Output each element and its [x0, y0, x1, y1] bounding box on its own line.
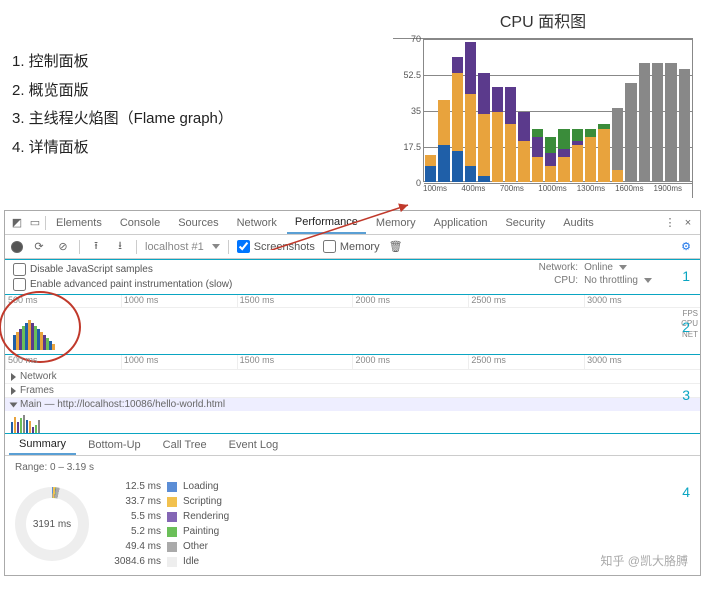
panel-marker-4: 4	[682, 484, 690, 500]
chart-bar	[492, 87, 503, 182]
expand-icon[interactable]	[11, 387, 16, 395]
note-2: 2. 概览面版	[12, 77, 393, 106]
devtools-panel: ◩ ▭ Elements Console Sources Network Per…	[4, 210, 701, 576]
det-tab-eventlog[interactable]: Event Log	[219, 436, 289, 454]
chart-bar	[425, 155, 436, 182]
flame-row-frames[interactable]: Frames	[5, 383, 700, 397]
cpu-area-chart: CPU 面积图 017.53552.570 100ms400ms700ms100…	[393, 8, 693, 198]
expand-icon[interactable]	[10, 402, 18, 407]
upload-icon[interactable]: ⭱	[88, 239, 104, 255]
tab-network[interactable]: Network	[229, 213, 285, 233]
tab-audits[interactable]: Audits	[555, 213, 602, 233]
chart-bar	[558, 129, 569, 182]
perf-toolbar: ⟳ ⊘ ⭱ ⭳ localhost #1 Screenshots Memory …	[5, 235, 700, 259]
det-tab-summary[interactable]: Summary	[9, 435, 76, 455]
panel-marker-1: 1	[682, 268, 690, 284]
reload-icon[interactable]: ⟳	[31, 239, 47, 255]
chart-bar	[652, 63, 663, 182]
chart-bar	[572, 129, 583, 182]
tab-security[interactable]: Security	[497, 213, 553, 233]
tab-sources[interactable]: Sources	[170, 213, 226, 233]
cpu-select[interactable]: No throttling	[584, 275, 638, 286]
tab-memory[interactable]: Memory	[368, 213, 424, 233]
inspect-icon[interactable]: ◩	[9, 215, 25, 231]
det-tab-bottomup[interactable]: Bottom-Up	[78, 436, 151, 454]
expand-icon[interactable]	[11, 373, 16, 381]
flame-row-main[interactable]: Main — http://localhost:10086/hello-worl…	[5, 397, 700, 411]
trash-icon[interactable]: 🗑	[388, 239, 404, 255]
devtools-tab-bar: ◩ ▭ Elements Console Sources Network Per…	[5, 211, 700, 235]
chart-bar	[478, 73, 489, 182]
clear-icon[interactable]: ⊘	[55, 239, 71, 255]
note-1: 1. 控制面板	[12, 48, 393, 77]
chart-bar	[679, 69, 690, 182]
disable-js-checkbox[interactable]	[13, 263, 26, 276]
tab-performance[interactable]: Performance	[287, 212, 366, 234]
range-label: Range: 0 – 3.19 s	[15, 462, 690, 473]
notes-list: 1. 控制面板 2. 概览面版 3. 主线程火焰图（Flame graph） 4…	[12, 8, 393, 198]
tab-elements[interactable]: Elements	[48, 213, 110, 233]
det-tab-calltree[interactable]: Call Tree	[153, 436, 217, 454]
memory-checkbox[interactable]: Memory	[323, 240, 380, 253]
overview-panel[interactable]: 500 ms1000 ms1500 ms2000 ms2500 ms3000 m…	[5, 295, 700, 355]
chart-bar	[585, 129, 596, 182]
chart-bar	[505, 87, 516, 182]
chart-title: CPU 面积图	[393, 8, 693, 32]
chevron-down-icon[interactable]	[644, 278, 652, 283]
tab-application[interactable]: Application	[426, 213, 496, 233]
chevron-down-icon[interactable]	[619, 265, 627, 270]
note-3: 3. 主线程火焰图（Flame graph）	[12, 105, 393, 134]
chart-bar	[639, 63, 650, 182]
recording-dropdown[interactable]: localhost #1	[145, 241, 204, 253]
chart-bar	[665, 63, 676, 182]
watermark: 知乎 @凯大胳膊	[600, 552, 688, 569]
more-icon[interactable]: ⋮	[662, 215, 678, 231]
chart-bar	[532, 129, 543, 182]
summary-legend: 12.5 msLoading33.7 msScripting5.5 msRend…	[109, 479, 229, 569]
network-select[interactable]: Online	[584, 262, 613, 273]
details-panel: Summary Bottom-Up Call Tree Event Log Ra…	[5, 434, 700, 575]
chart-bar	[465, 42, 476, 182]
chart-bar	[545, 137, 556, 182]
highlight-circle	[0, 291, 81, 363]
flame-row-network[interactable]: Network	[5, 369, 700, 383]
record-button[interactable]	[11, 241, 23, 253]
screenshots-checkbox[interactable]: Screenshots	[237, 240, 315, 253]
tab-console[interactable]: Console	[112, 213, 168, 233]
device-icon[interactable]: ▭	[27, 215, 43, 231]
panel-marker-2: 2	[682, 319, 690, 335]
summary-donut: 3191 ms	[15, 487, 89, 561]
paint-instr-checkbox[interactable]	[13, 278, 26, 291]
chart-bar	[452, 57, 463, 182]
panel-marker-3: 3	[682, 387, 690, 403]
perf-settings: Disable JavaScript samples Enable advanc…	[5, 259, 700, 295]
note-4: 4. 详情面板	[12, 134, 393, 163]
close-icon[interactable]: ×	[680, 215, 696, 231]
chart-bar	[612, 108, 623, 182]
chart-bar	[438, 100, 449, 182]
chevron-down-icon[interactable]	[212, 244, 220, 249]
chart-bar	[598, 124, 609, 182]
download-icon[interactable]: ⭳	[112, 239, 128, 255]
gear-icon[interactable]: ⚙	[678, 239, 694, 255]
chart-bar	[625, 83, 636, 182]
chart-bar	[518, 112, 529, 182]
flame-graph-panel[interactable]: 500 ms1000 ms1500 ms2000 ms2500 ms3000 m…	[5, 355, 700, 434]
